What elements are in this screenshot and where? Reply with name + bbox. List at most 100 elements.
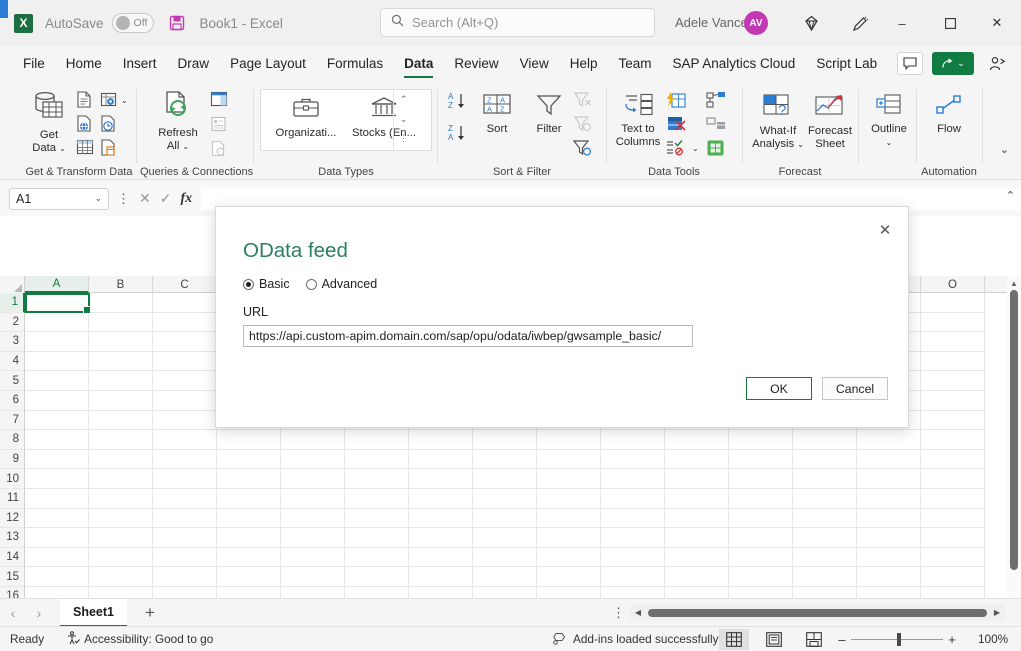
accessibility-status[interactable]: Accessibility: Good to go bbox=[66, 631, 213, 648]
get-data-button[interactable]: Get Data ⌄ bbox=[26, 89, 72, 155]
row-header-12[interactable]: 12 bbox=[0, 509, 25, 529]
zoom-control[interactable]: – + bbox=[833, 632, 961, 647]
cell-J15[interactable] bbox=[601, 567, 665, 587]
cell-O7[interactable] bbox=[921, 411, 985, 431]
cell-F14[interactable] bbox=[345, 548, 409, 568]
forecast-sheet-button[interactable]: Forecast Sheet bbox=[806, 93, 854, 151]
flow-button[interactable]: Flow bbox=[926, 93, 972, 136]
cell-G12[interactable] bbox=[409, 509, 473, 529]
cell-J11[interactable] bbox=[601, 489, 665, 509]
cell-B3[interactable] bbox=[89, 332, 153, 352]
cell-F9[interactable] bbox=[345, 450, 409, 470]
person-share-icon[interactable] bbox=[985, 52, 1009, 76]
text-to-columns-button[interactable]: Text to Columns bbox=[614, 93, 662, 149]
from-text-csv-button[interactable] bbox=[76, 91, 93, 112]
cell-D12[interactable] bbox=[217, 509, 281, 529]
tab-review[interactable]: Review bbox=[445, 52, 507, 75]
pen-icon[interactable] bbox=[847, 10, 873, 36]
flash-fill-button[interactable] bbox=[666, 91, 686, 113]
cell-O8[interactable] bbox=[921, 430, 985, 450]
cell-J16[interactable] bbox=[601, 587, 665, 598]
cell-B1[interactable] bbox=[89, 293, 153, 313]
cell-I12[interactable] bbox=[537, 509, 601, 529]
cell-A15[interactable] bbox=[25, 567, 89, 587]
cell-N15[interactable] bbox=[857, 567, 921, 587]
cell-A6[interactable] bbox=[25, 391, 89, 411]
what-if-analysis-button[interactable]: ? What-If Analysis ⌄ bbox=[750, 93, 806, 151]
cell-L15[interactable] bbox=[729, 567, 793, 587]
cell-M13[interactable] bbox=[793, 528, 857, 548]
tab-page-layout[interactable]: Page Layout bbox=[221, 52, 315, 75]
column-header-O[interactable]: O bbox=[921, 276, 985, 293]
properties-button[interactable] bbox=[210, 116, 227, 136]
cell-L11[interactable] bbox=[729, 489, 793, 509]
cell-A10[interactable] bbox=[25, 469, 89, 489]
cell-L13[interactable] bbox=[729, 528, 793, 548]
cell-F16[interactable] bbox=[345, 587, 409, 598]
cell-O14[interactable] bbox=[921, 548, 985, 568]
cell-B5[interactable] bbox=[89, 371, 153, 391]
column-header-A[interactable]: A bbox=[25, 276, 89, 293]
cell-I11[interactable] bbox=[537, 489, 601, 509]
cell-B15[interactable] bbox=[89, 567, 153, 587]
cell-A14[interactable] bbox=[25, 548, 89, 568]
row-header-15[interactable]: 15 bbox=[0, 567, 25, 587]
cell-I16[interactable] bbox=[537, 587, 601, 598]
from-web-image-button[interactable] bbox=[100, 91, 118, 112]
cell-B6[interactable] bbox=[89, 391, 153, 411]
cell-E11[interactable] bbox=[281, 489, 345, 509]
radio-basic-indicator[interactable] bbox=[243, 279, 254, 290]
cell-G11[interactable] bbox=[409, 489, 473, 509]
cell-F12[interactable] bbox=[345, 509, 409, 529]
cell-F11[interactable] bbox=[345, 489, 409, 509]
column-header-C[interactable]: C bbox=[153, 276, 217, 293]
cell-C12[interactable] bbox=[153, 509, 217, 529]
cell-M16[interactable] bbox=[793, 587, 857, 598]
radio-advanced-indicator[interactable] bbox=[306, 279, 317, 290]
cell-C16[interactable] bbox=[153, 587, 217, 598]
tab-team[interactable]: Team bbox=[609, 52, 660, 75]
row-header-7[interactable]: 7 bbox=[0, 411, 25, 431]
cell-A11[interactable] bbox=[25, 489, 89, 509]
cell-B7[interactable] bbox=[89, 411, 153, 431]
minimize-button[interactable]: – bbox=[880, 8, 924, 38]
cell-O1[interactable] bbox=[921, 293, 985, 313]
cell-C14[interactable] bbox=[153, 548, 217, 568]
cell-C2[interactable] bbox=[153, 313, 217, 333]
radio-basic[interactable]: Basic bbox=[243, 277, 290, 291]
row-header-3[interactable]: 3 bbox=[0, 332, 25, 352]
cell-F10[interactable] bbox=[345, 469, 409, 489]
horizontal-scroll-thumb[interactable] bbox=[648, 609, 987, 617]
cell-N13[interactable] bbox=[857, 528, 921, 548]
cancel-button[interactable]: Cancel bbox=[822, 377, 888, 400]
row-header-4[interactable]: 4 bbox=[0, 352, 25, 372]
cancel-formula-icon[interactable]: ✕ bbox=[139, 190, 151, 207]
cell-C5[interactable] bbox=[153, 371, 217, 391]
share-button[interactable]: ⌄ bbox=[932, 52, 974, 75]
vertical-scroll-thumb[interactable] bbox=[1010, 290, 1018, 570]
data-validation-button[interactable] bbox=[666, 139, 688, 160]
cell-E15[interactable] bbox=[281, 567, 345, 587]
cell-M14[interactable] bbox=[793, 548, 857, 568]
remove-duplicates-button[interactable] bbox=[666, 115, 686, 137]
cell-N8[interactable] bbox=[857, 430, 921, 450]
cell-C6[interactable] bbox=[153, 391, 217, 411]
zoom-slider-track[interactable] bbox=[851, 639, 943, 640]
row-header-11[interactable]: 11 bbox=[0, 489, 25, 509]
sort-button[interactable]: ZAAZ Sort bbox=[478, 93, 516, 136]
cell-H8[interactable] bbox=[473, 430, 537, 450]
cell-N11[interactable] bbox=[857, 489, 921, 509]
cell-D11[interactable] bbox=[217, 489, 281, 509]
diamond-icon[interactable] bbox=[798, 10, 824, 36]
cell-N16[interactable] bbox=[857, 587, 921, 598]
cell-F15[interactable] bbox=[345, 567, 409, 587]
prev-sheet-button[interactable]: ‹ bbox=[0, 605, 26, 621]
tab-view[interactable]: View bbox=[511, 52, 558, 75]
cell-B13[interactable] bbox=[89, 528, 153, 548]
cell-O2[interactable] bbox=[921, 313, 985, 333]
cell-C11[interactable] bbox=[153, 489, 217, 509]
cell-M11[interactable] bbox=[793, 489, 857, 509]
formula-bar-expand-icon[interactable]: ⌃ bbox=[1006, 189, 1015, 202]
cell-K14[interactable] bbox=[665, 548, 729, 568]
cell-C4[interactable] bbox=[153, 352, 217, 372]
